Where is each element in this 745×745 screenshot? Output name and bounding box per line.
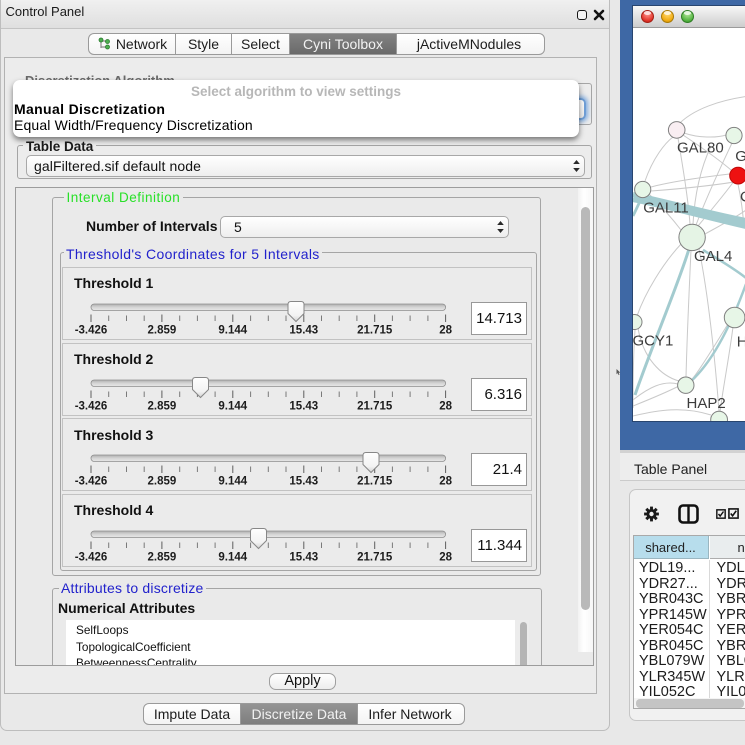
svg-text:2.859: 2.859	[148, 551, 177, 563]
svg-text:-3.426: -3.426	[75, 476, 108, 488]
svg-text:28: 28	[439, 551, 452, 563]
svg-text:21.715: 21.715	[357, 324, 393, 336]
svg-text:HAP2: HAP2	[686, 395, 725, 412]
svg-text:2.859: 2.859	[148, 400, 177, 412]
svg-text:28: 28	[439, 400, 452, 412]
svg-text:HAP1: HAP1	[736, 333, 745, 350]
svg-text:9.144: 9.144	[218, 551, 247, 563]
svg-text:GAL3: GAL3	[735, 147, 745, 164]
svg-text:15.43: 15.43	[289, 324, 318, 336]
svg-text:15.43: 15.43	[289, 476, 318, 488]
svg-text:GAL4: GAL4	[694, 248, 732, 265]
svg-text:-3.426: -3.426	[75, 324, 108, 336]
svg-text:CD: CD	[740, 188, 745, 205]
svg-text:21.715: 21.715	[357, 476, 393, 488]
svg-text:GAL11: GAL11	[643, 199, 689, 216]
svg-text:9.144: 9.144	[218, 476, 247, 488]
svg-text:GCY1: GCY1	[633, 332, 673, 349]
svg-text:GAL80: GAL80	[677, 139, 724, 156]
svg-text:15.43: 15.43	[289, 551, 318, 563]
svg-text:9.144: 9.144	[218, 400, 247, 412]
svg-text:15.43: 15.43	[289, 400, 318, 412]
svg-text:-3.426: -3.426	[75, 551, 108, 563]
svg-text:-3.426: -3.426	[75, 400, 108, 412]
svg-text:28: 28	[439, 476, 452, 488]
svg-text:2.859: 2.859	[148, 476, 177, 488]
svg-text:2.859: 2.859	[148, 324, 177, 336]
svg-text:28: 28	[439, 324, 452, 336]
svg-text:21.715: 21.715	[357, 400, 393, 412]
svg-text:9.144: 9.144	[218, 324, 247, 336]
svg-text:21.715: 21.715	[357, 551, 393, 563]
